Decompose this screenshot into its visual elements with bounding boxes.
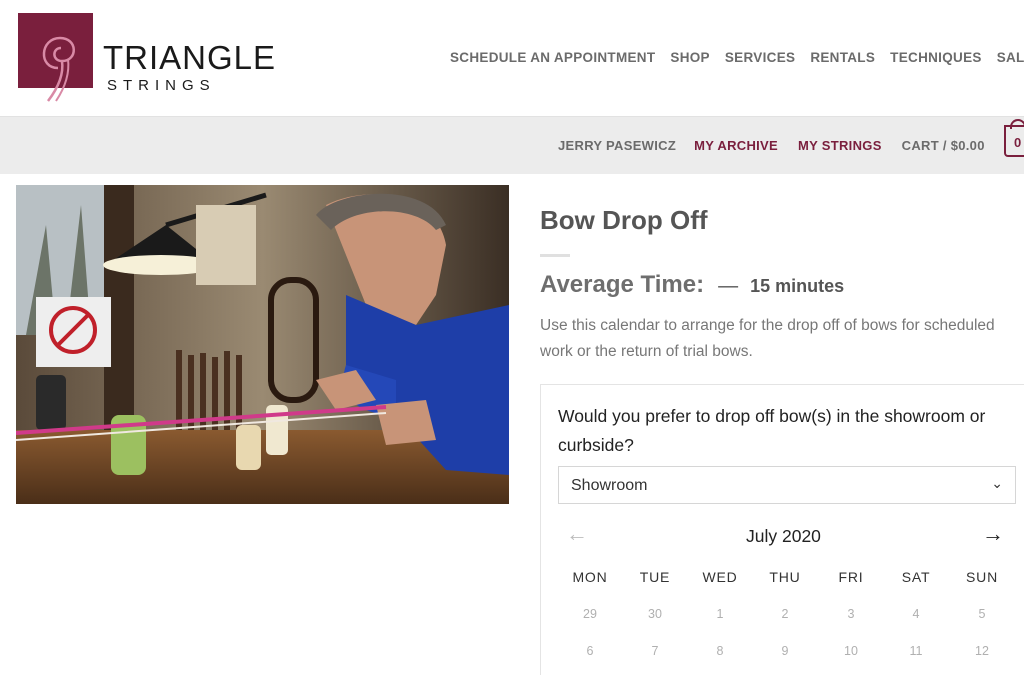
- calendar-day: 7: [651, 644, 659, 658]
- dropoff-location-value: Showroom: [571, 477, 648, 494]
- calendar-day: 6: [586, 644, 594, 658]
- calendar-day: 9: [781, 644, 789, 658]
- product-description: Use this calendar to arrange for the dro…: [540, 317, 995, 360]
- logo-title: TRIANGLE: [103, 39, 277, 76]
- average-time-label: Average Time:: [540, 271, 705, 298]
- average-time-dash: —: [718, 275, 739, 297]
- calendar-month-label: July 2020: [746, 526, 821, 546]
- site-header: TRIANGLE STRINGS SCHEDULE AN APPOINTMENT…: [0, 0, 1024, 116]
- cart-link[interactable]: CART / $0.00: [902, 138, 985, 153]
- dropoff-question-label: Would you prefer to drop off bow(s) in t…: [558, 406, 986, 455]
- weekday-header: WED: [702, 569, 738, 585]
- nav-services[interactable]: SERVICES: [725, 50, 795, 65]
- calendar-day: 4: [912, 607, 920, 621]
- calendar-day: 1: [716, 607, 724, 621]
- account-user-link[interactable]: JERRY PASEWICZ: [558, 138, 676, 153]
- title-divider: [540, 254, 570, 257]
- arrow-right-icon[interactable]: →: [982, 521, 1004, 547]
- average-time: Average Time: — 15 minutes: [540, 271, 844, 299]
- my-archive-link[interactable]: MY ARCHIVE: [694, 138, 778, 153]
- calendar-day: 12: [975, 644, 989, 658]
- nav-schedule-appointment[interactable]: SCHEDULE AN APPOINTMENT: [450, 50, 655, 65]
- logo-subtitle: STRINGS: [107, 77, 216, 94]
- weekday-header: THU: [769, 569, 801, 585]
- calendar-day: 10: [844, 644, 858, 658]
- average-time-value: 15 minutes: [750, 276, 845, 296]
- calendar-day: 8: [716, 644, 724, 658]
- calendar-day: 3: [847, 607, 855, 621]
- chevron-down-icon: ⌄: [991, 475, 1003, 491]
- site-logo[interactable]: TRIANGLE STRINGS: [18, 13, 277, 102]
- weekday-header: FRI: [838, 569, 864, 585]
- nav-shop[interactable]: SHOP: [670, 50, 709, 65]
- calendar-day: 2: [781, 607, 789, 621]
- scroll-logo-icon: [18, 13, 93, 102]
- nav-rentals[interactable]: RENTALS: [810, 50, 875, 65]
- dropoff-location-select[interactable]: Showroom ⌄: [558, 466, 1016, 504]
- calendar-day: 11: [909, 644, 923, 658]
- weekday-header: MON: [572, 569, 608, 585]
- calendar-day: 29: [583, 607, 597, 621]
- page-title: Bow Drop Off: [540, 205, 708, 235]
- account-bar: JERRY PASEWICZ MY ARCHIVE MY STRINGS CAR…: [0, 116, 1024, 174]
- weekday-header: TUE: [639, 569, 671, 585]
- nav-techniques[interactable]: TECHNIQUES: [890, 50, 982, 65]
- nav-sales[interactable]: SALES: [997, 50, 1024, 65]
- calendar-day: 5: [978, 607, 986, 621]
- weekday-header: SUN: [966, 569, 998, 585]
- main-navigation: SCHEDULE AN APPOINTMENT SHOP SERVICES RE…: [450, 50, 1024, 65]
- weekday-header: SAT: [901, 569, 931, 585]
- arrow-left-icon[interactable]: ←: [566, 521, 588, 547]
- my-strings-link[interactable]: MY STRINGS: [798, 138, 882, 153]
- calendar-day: 30: [648, 607, 662, 621]
- product-photo: [16, 185, 509, 504]
- cart-count-badge[interactable]: 0: [1004, 125, 1024, 157]
